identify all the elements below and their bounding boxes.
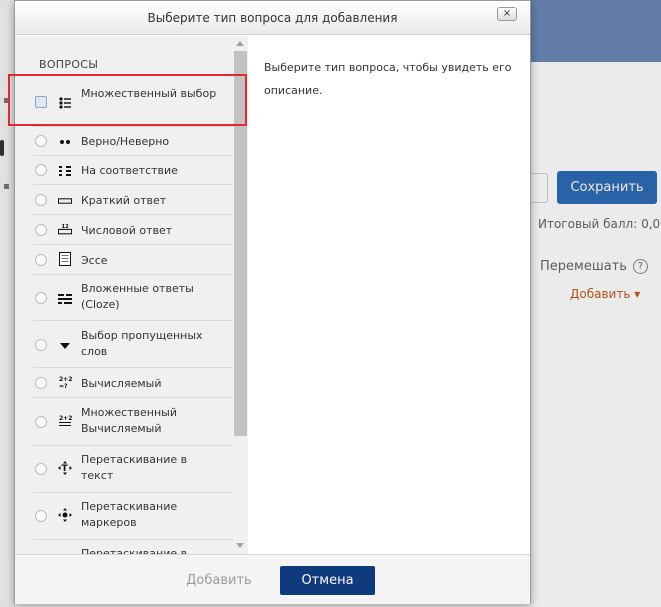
radio-button[interactable] [35, 292, 47, 304]
calculatedmulti-icon: 2+2 [58, 414, 72, 428]
question-description: Выберите тип вопроса, чтобы увидеть его … [264, 61, 512, 97]
scroll-down-arrow-icon[interactable] [236, 543, 244, 548]
option-label: Перетаскивание в изображение [81, 547, 188, 554]
option-label: Числовой ответ [81, 224, 173, 237]
option-label: Краткий ответ [81, 194, 167, 207]
ddwtos-icon: T [58, 461, 72, 475]
match-icon [58, 164, 72, 178]
radio-button[interactable] [35, 135, 47, 147]
question-option-ddwtos[interactable]: T Перетаскивание в текст [15, 449, 233, 489]
divider [33, 244, 233, 245]
option-label: Перетаскивание маркеров [81, 500, 178, 529]
svg-text:2+2: 2+2 [59, 415, 72, 422]
svg-text:2+2: 2+2 [59, 376, 72, 383]
radio-button[interactable] [35, 416, 47, 428]
divider [33, 320, 233, 321]
radio-button[interactable] [35, 510, 47, 522]
scroll-up-arrow-icon[interactable] [236, 41, 244, 46]
close-button[interactable]: × [497, 7, 517, 21]
option-label: Перетаскивание в текст [81, 453, 188, 482]
question-option-calculatedmulti[interactable]: 2+2 Множественный Вычисляемый [15, 402, 233, 442]
divider [33, 539, 233, 540]
description-pane: Выберите тип вопроса, чтобы увидеть его … [248, 36, 530, 554]
question-option-numerical[interactable]: 12 Числовой ответ [15, 219, 233, 243]
svg-text:=?: =? [59, 383, 68, 389]
radio-button[interactable] [35, 224, 47, 236]
divider [33, 274, 233, 275]
question-option-gapselect[interactable]: Выбор пропущенных слов [15, 325, 233, 365]
radio-button[interactable] [35, 377, 47, 389]
option-label: Эссе [81, 254, 108, 267]
question-option-cloze[interactable]: Вложенные ответы (Cloze) [15, 278, 233, 318]
option-label: На соответствие [81, 164, 178, 177]
question-option-essay[interactable]: Эссе [15, 249, 233, 273]
question-option-ddmarker[interactable]: Перетаскивание маркеров [15, 496, 233, 536]
divider [33, 492, 233, 493]
calculated-icon: 2+2 =? [58, 375, 72, 389]
option-label: Вложенные ответы (Cloze) [81, 282, 194, 311]
radio-button[interactable] [35, 463, 47, 475]
cancel-button[interactable]: Отмена [280, 566, 375, 595]
essay-icon [58, 252, 72, 266]
section-heading: ВОПРОСЫ [39, 58, 99, 71]
question-option-calculated[interactable]: 2+2 =? Вычисляемый [15, 372, 233, 396]
radio-button[interactable] [35, 164, 47, 176]
truefalse-icon [58, 135, 72, 149]
option-label: Выбор пропущенных слов [81, 329, 203, 358]
dialog-header: Выберите тип вопроса для добавления × [15, 1, 530, 35]
ddmarker-icon [58, 508, 72, 522]
divider [33, 367, 233, 368]
radio-button[interactable] [35, 194, 47, 206]
divider [33, 397, 233, 398]
cloze-icon [58, 292, 72, 306]
option-label: Множественный Вычисляемый [81, 406, 178, 435]
question-option-truefalse[interactable]: Верно/Неверно [15, 130, 233, 154]
question-option-ddimage[interactable]: Перетаскивание в изображение [15, 543, 233, 554]
option-label: Вычисляемый [81, 377, 162, 390]
radio-button[interactable] [35, 254, 47, 266]
question-option-shortanswer[interactable]: Краткий ответ [15, 189, 233, 213]
numerical-icon: 12 [58, 222, 72, 236]
dialog-footer: Добавить Отмена [15, 554, 530, 604]
selection-highlight-box [8, 74, 247, 126]
radio-button[interactable] [35, 339, 47, 351]
divider [33, 214, 233, 215]
add-button[interactable]: Добавить [175, 566, 263, 594]
divider [33, 184, 233, 185]
question-option-match[interactable]: На соответствие [15, 159, 233, 183]
option-label: Верно/Неверно [81, 135, 170, 148]
divider [33, 126, 233, 127]
divider [33, 445, 233, 446]
shortanswer-icon [58, 194, 72, 208]
dialog-title: Выберите тип вопроса для добавления [147, 11, 398, 25]
gapselect-icon [58, 339, 72, 353]
divider [33, 155, 233, 156]
